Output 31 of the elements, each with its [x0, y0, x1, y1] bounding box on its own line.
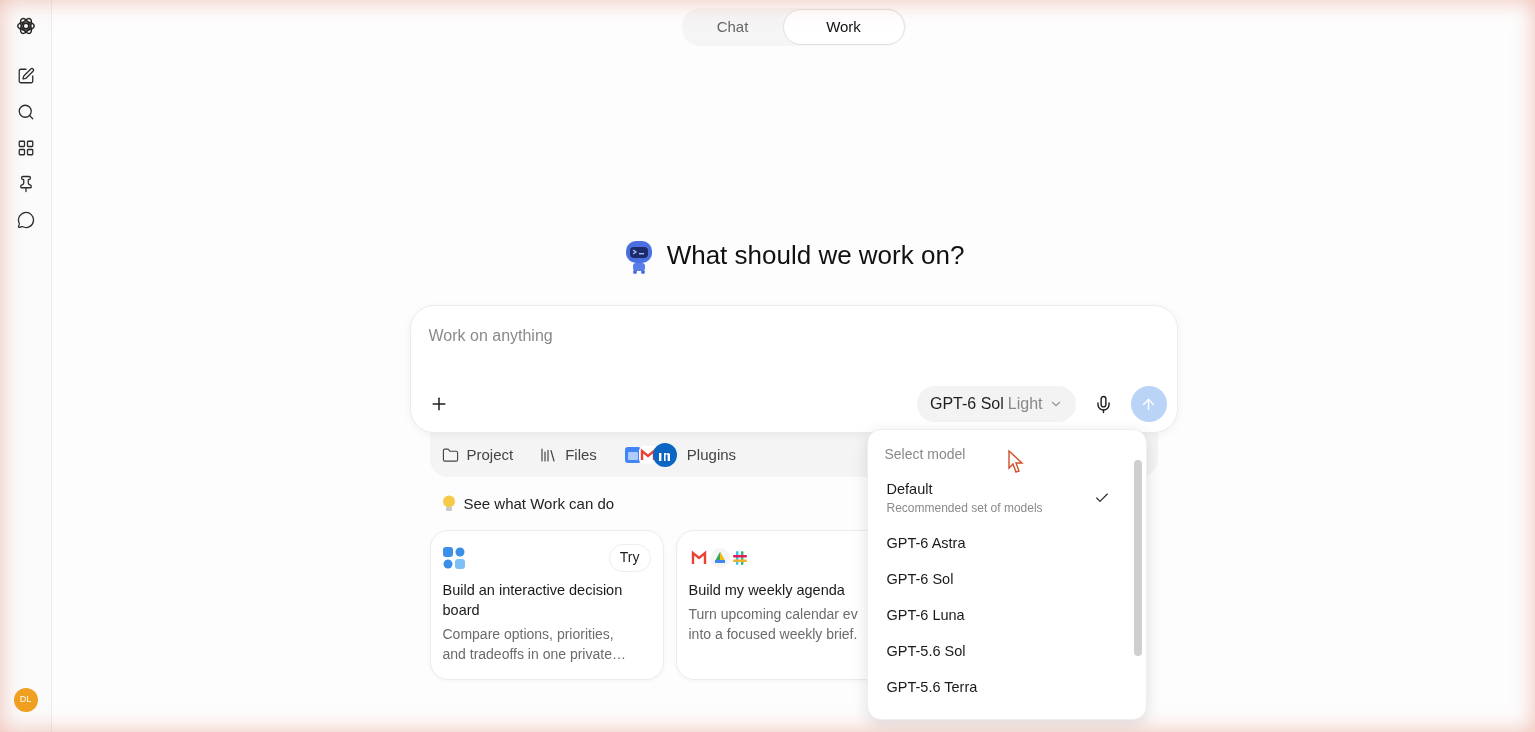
- mode-tab[interactable]: Chat: [682, 9, 783, 45]
- suggestions-title: See what Work can do: [463, 494, 615, 514]
- cursor-icon: [1007, 450, 1024, 474]
- lightbulb-icon: [441, 495, 456, 514]
- menu-title: Select model: [884, 445, 966, 464]
- model-variant: Light: [1007, 394, 1043, 414]
- books-icon: [539, 446, 558, 464]
- model-option[interactable]: GPT-5.6 Terra: [884, 677, 1116, 697]
- model-option-label: GPT-5.6 Terra: [886, 678, 978, 697]
- logo-icon[interactable]: [14, 15, 37, 37]
- model-option-description: Recommended set of models: [886, 500, 1043, 517]
- new-chat-icon[interactable]: [16, 67, 35, 85]
- model-option-label: Default: [886, 480, 934, 499]
- model-select[interactable]: GPT-6 Sol Light: [917, 386, 1076, 422]
- search-icon[interactable]: [16, 103, 35, 121]
- page-heading: What should we work on?: [666, 239, 965, 272]
- mode-tab[interactable]: Work: [782, 9, 905, 45]
- card-description: Compare options, priorities, and tradeoffs in one private…: [442, 624, 626, 664]
- plugin-apps-icon: [622, 443, 679, 467]
- model-name: GPT-6 Sol: [930, 394, 1004, 414]
- chat-bubble-icon[interactable]: [16, 211, 35, 229]
- folder-icon: [441, 446, 459, 464]
- suggestion-card[interactable]: Try Build an interactive decision board Compare options, priorities, and tradeoffs in one private…: [429, 529, 664, 680]
- apps-grid-icon[interactable]: [16, 139, 35, 157]
- tray-button[interactable]: Files: [539, 443, 597, 467]
- card-title: Build an interactive decision board: [442, 580, 624, 620]
- blocks-icon: [442, 546, 465, 569]
- card-description: Turn upcoming calendar ev into a focused weekly brief.: [688, 604, 858, 644]
- tray-button[interactable]: Project: [441, 443, 514, 467]
- prompt-input[interactable]: Work on anything: [428, 324, 1159, 348]
- tray-button[interactable]: Plugins: [622, 443, 737, 467]
